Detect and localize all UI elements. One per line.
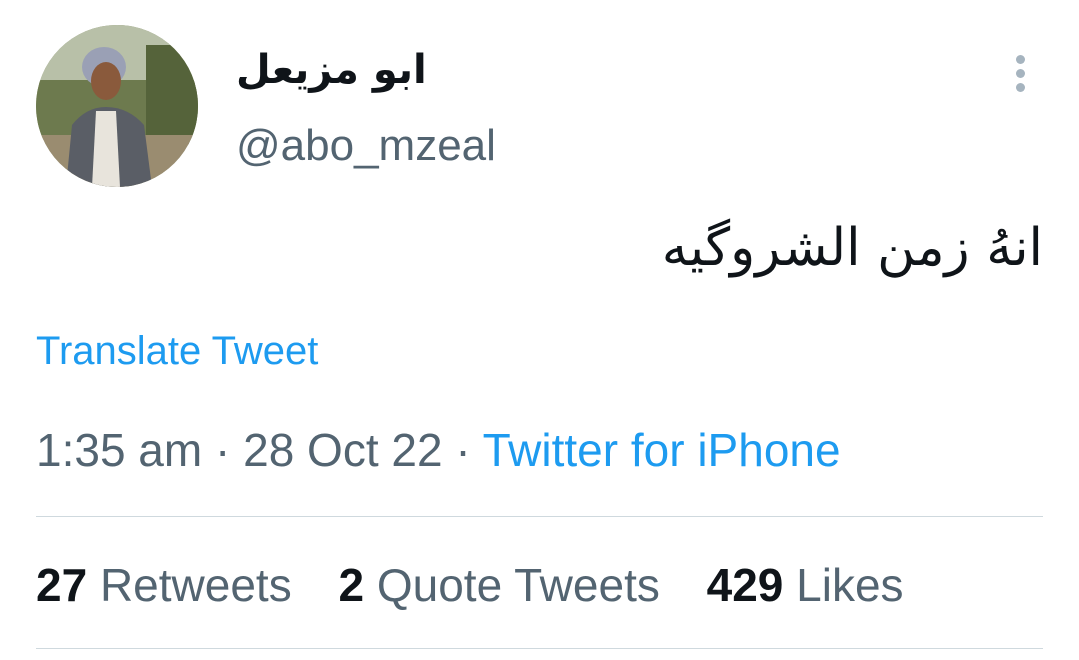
likes-label: Likes <box>796 559 904 611</box>
likes-stat[interactable]: 429 Likes <box>707 555 904 615</box>
quote-tweets-label: Quote Tweets <box>376 559 660 611</box>
more-options-icon[interactable] <box>1006 50 1034 98</box>
translate-tweet-link[interactable]: Translate Tweet <box>36 325 318 377</box>
meta-separator: · <box>215 424 231 476</box>
tweet-source-link[interactable]: Twitter for iPhone <box>483 424 841 476</box>
meta-separator: · <box>455 424 471 476</box>
retweets-label: Retweets <box>99 559 292 611</box>
retweets-stat[interactable]: 27 Retweets <box>36 555 292 615</box>
tweet-time[interactable]: 1:35 am <box>36 424 202 476</box>
tweet-stats: 27 Retweets 2 Quote Tweets 429 Likes <box>36 555 938 615</box>
more-dot <box>1015 69 1025 78</box>
profile-photo-icon <box>36 25 198 187</box>
more-dot <box>1015 55 1025 64</box>
retweets-count: 27 <box>36 559 88 611</box>
more-dot <box>1015 83 1025 92</box>
author-handle[interactable]: @abo_mzeal <box>236 118 496 174</box>
divider <box>36 648 1043 649</box>
likes-count: 429 <box>706 559 784 611</box>
tweet-text: انهُ زمن الشروگيه <box>661 218 1043 278</box>
quote-tweets-stat[interactable]: 2 Quote Tweets <box>338 555 659 615</box>
author-display-name[interactable]: ابو مزيعل <box>236 40 427 100</box>
divider <box>36 516 1043 517</box>
tweet-date[interactable]: 28 Oct 22 <box>243 424 442 476</box>
avatar[interactable] <box>36 25 198 187</box>
tweet-meta: 1:35 am · 28 Oct 22 · Twitter for iPhone <box>36 420 841 480</box>
quote-tweets-count: 2 <box>338 559 365 611</box>
